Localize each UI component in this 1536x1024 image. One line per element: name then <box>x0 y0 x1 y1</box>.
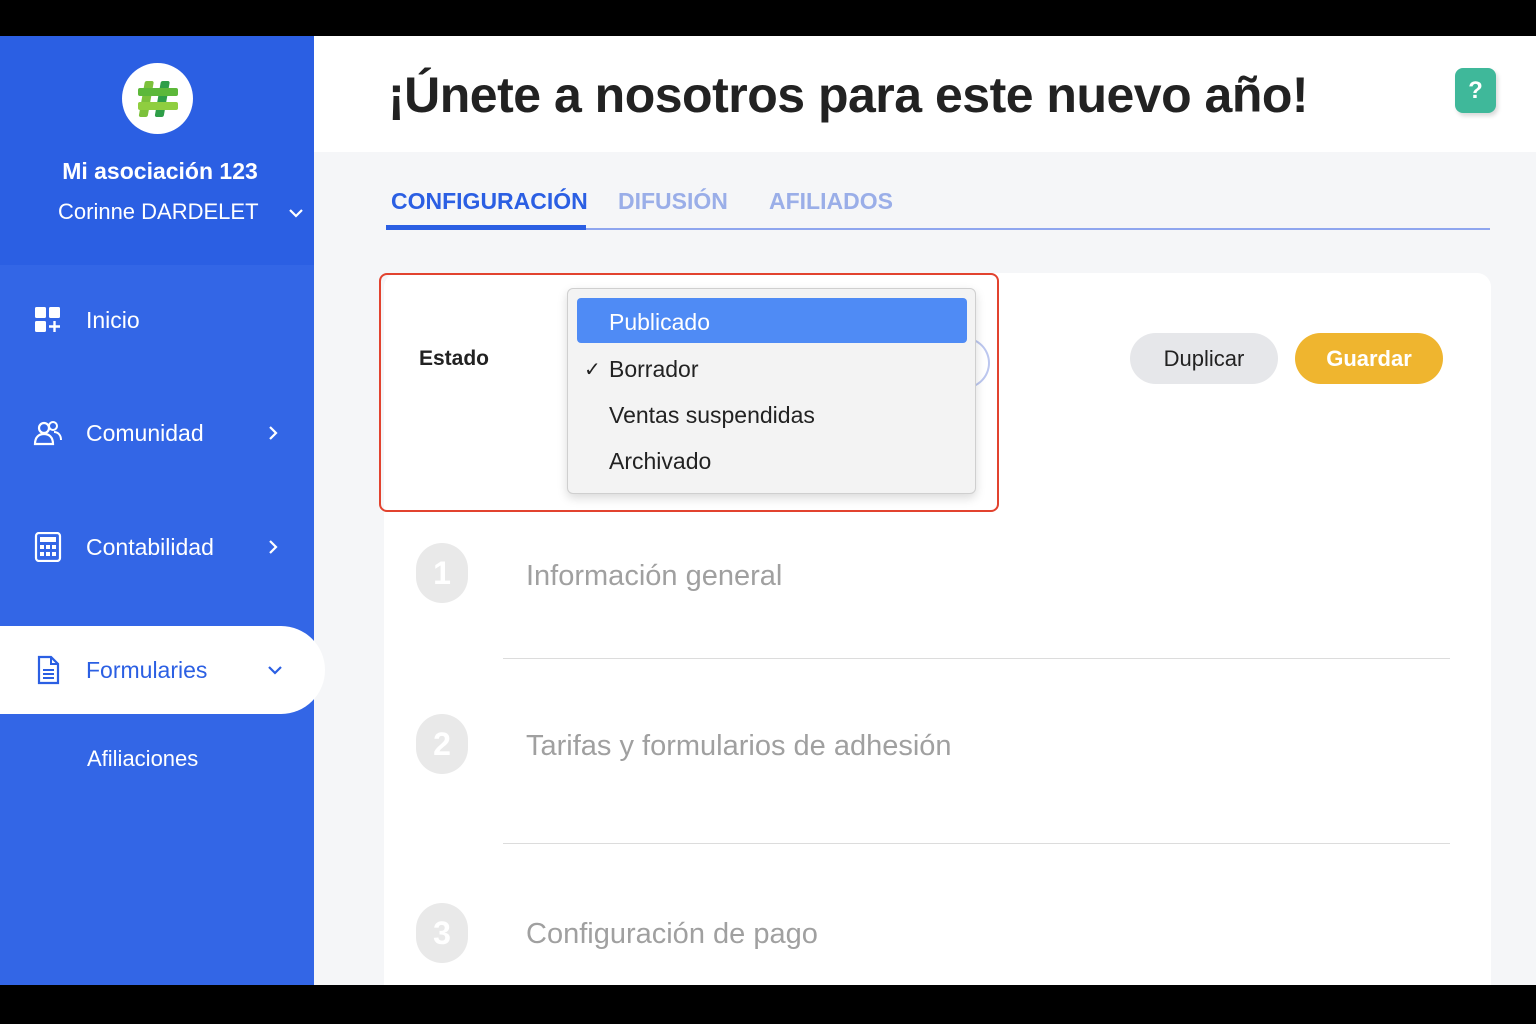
chevron-right-icon <box>269 540 278 554</box>
tab-configuracion[interactable]: CONFIGURACIÓN <box>391 188 588 215</box>
association-logo[interactable] <box>122 63 193 134</box>
sidebar-item-formularies[interactable]: Formularies <box>0 626 325 714</box>
step-number: 3 <box>416 903 468 963</box>
chevron-right-icon <box>269 426 278 440</box>
sidebar-subitem-afiliaciones[interactable]: Afiliaciones <box>87 746 198 772</box>
chevron-down-icon <box>288 209 303 218</box>
step-divider <box>503 658 1450 659</box>
sidebar: Mi asociación 123 Corinne DARDELET Inici… <box>0 36 325 985</box>
hash-logo-icon <box>137 80 178 117</box>
sidebar-item-inicio[interactable]: Inicio <box>0 290 314 350</box>
step-title-general[interactable]: Información general <box>526 560 782 593</box>
organization-name: Mi asociación 123 <box>62 158 258 184</box>
sidebar-item-contabilidad[interactable]: Contabilidad <box>0 517 314 577</box>
duplicate-button[interactable]: Duplicar <box>1130 333 1278 384</box>
user-name: Corinne DARDELET <box>58 199 259 224</box>
calculator-icon <box>34 532 62 562</box>
sidebar-item-label: Formularies <box>86 656 208 683</box>
sidebar-header: Mi asociación 123 Corinne DARDELET <box>0 36 314 265</box>
sidebar-item-comunidad[interactable]: Comunidad <box>0 403 314 463</box>
dashboard-icon <box>35 307 60 332</box>
step-number: 1 <box>416 543 468 603</box>
app-window: Mi asociación 123 Corinne DARDELET Inici… <box>0 36 1536 985</box>
help-button[interactable]: ? <box>1455 68 1496 113</box>
users-icon <box>33 421 62 446</box>
page-header: ¡Únete a nosotros para este nuevo año! ? <box>314 36 1536 152</box>
tab-difusion[interactable]: DIFUSIÓN <box>618 188 728 215</box>
step-title-tarifas[interactable]: Tarifas y formularios de adhesión <box>526 730 952 763</box>
tab-afiliados[interactable]: AFILIADOS <box>769 188 893 215</box>
step-number: 2 <box>416 714 468 774</box>
document-icon <box>37 655 60 685</box>
sidebar-item-label: Comunidad <box>86 419 204 446</box>
page-title: ¡Únete a nosotros para este nuevo año! <box>388 67 1309 123</box>
step-divider <box>503 843 1450 844</box>
sidebar-item-label: Contabilidad <box>86 533 214 560</box>
active-tab-indicator <box>386 225 586 230</box>
status-highlight-box <box>379 273 999 512</box>
sidebar-item-label: Inicio <box>86 306 140 333</box>
chevron-down-icon <box>268 666 282 675</box>
save-button[interactable]: Guardar <box>1295 333 1443 384</box>
user-menu[interactable]: Corinne DARDELET <box>58 199 303 225</box>
step-title-pago[interactable]: Configuración de pago <box>526 918 818 951</box>
